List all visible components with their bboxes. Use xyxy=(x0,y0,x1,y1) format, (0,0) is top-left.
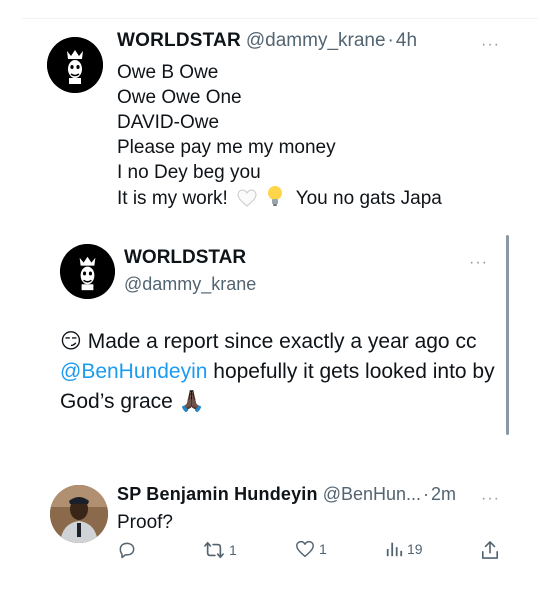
retweet-action-button[interactable]: 1 xyxy=(203,540,237,560)
quoted-more-button[interactable]: ··· xyxy=(469,255,488,271)
like-icon xyxy=(296,540,314,558)
tweet1-handle[interactable]: @dammy_krane xyxy=(246,30,386,52)
mention-link[interactable]: @BenHundeyin xyxy=(60,360,207,383)
reply-handle[interactable]: @BenHun... xyxy=(323,484,421,505)
tweet1-line: DAVID-Owe xyxy=(117,112,220,133)
like-count: 1 xyxy=(319,541,327,557)
reply-time[interactable]: 2m xyxy=(431,484,456,505)
reply-icon xyxy=(119,542,135,559)
retweet-icon xyxy=(204,541,224,559)
quoted-scrollbar[interactable] xyxy=(506,235,509,435)
white-heart-icon xyxy=(237,189,257,207)
smirk-emoji-icon: 😏 xyxy=(60,330,82,353)
tweet1-dot: · xyxy=(387,30,394,51)
tweet1-line: Owe Owe One xyxy=(117,87,242,108)
tweet1-last-line: It is my work! You no gats Japa xyxy=(117,185,442,211)
views-icon xyxy=(386,542,403,557)
share-action-button[interactable] xyxy=(481,540,499,560)
reply-dot: · xyxy=(423,484,430,504)
quoted-avatar[interactable] xyxy=(60,244,115,299)
avatar-worldstar[interactable] xyxy=(47,37,103,93)
lightbulb-icon xyxy=(268,186,283,206)
like-action-button[interactable]: 1 xyxy=(295,540,327,558)
quoted-text-part: Made a report since exactly a year ago c… xyxy=(87,330,477,353)
reply-action-bar: 1 1 19 xyxy=(117,540,502,564)
tweet1-line-part: You no gats Japa xyxy=(295,188,442,209)
tweet1-line-part: It is my work! xyxy=(117,188,228,209)
tweet1-line: Owe B Owe xyxy=(117,62,219,83)
views-count: 19 xyxy=(407,541,423,557)
worldstar-logo-icon xyxy=(47,37,103,93)
tweet1-more-button[interactable]: ··· xyxy=(481,37,500,53)
reply-header: SP Benjamin Hundeyin @BenHun... · 2m xyxy=(117,484,456,505)
reply-text: Proof? xyxy=(117,512,173,533)
tweet1-time[interactable]: 4h xyxy=(396,30,417,52)
quoted-display-name[interactable]: WORLDSTAR xyxy=(124,247,246,269)
tweet1-header: WORLDSTAR @dammy_krane · 4h xyxy=(117,30,417,52)
quoted-text: 😏 Made a report since exactly a year ago… xyxy=(60,327,500,417)
retweet-count: 1 xyxy=(229,542,237,558)
tweet1-line: Please pay me my money xyxy=(117,137,336,158)
reply-more-button[interactable]: ··· xyxy=(481,491,500,507)
share-icon xyxy=(481,541,499,559)
praying-hands-icon: 🙏🏿 xyxy=(178,390,205,413)
tweet1-display-name[interactable]: WORLDSTAR xyxy=(117,30,241,52)
top-divider xyxy=(22,18,538,19)
worldstar-logo-icon xyxy=(60,244,115,299)
reply-action-button[interactable] xyxy=(117,540,137,560)
quoted-handle[interactable]: @dammy_krane xyxy=(124,274,256,295)
reply-display-name[interactable]: SP Benjamin Hundeyin xyxy=(117,484,318,505)
officer-photo-icon xyxy=(50,485,108,543)
tweet1-line: I no Dey beg you xyxy=(117,162,261,183)
reply-avatar[interactable] xyxy=(50,485,108,543)
tweet1-text: Owe B Owe Owe Owe One DAVID-Owe Please p… xyxy=(117,60,442,211)
views-action-button[interactable]: 19 xyxy=(385,540,423,558)
